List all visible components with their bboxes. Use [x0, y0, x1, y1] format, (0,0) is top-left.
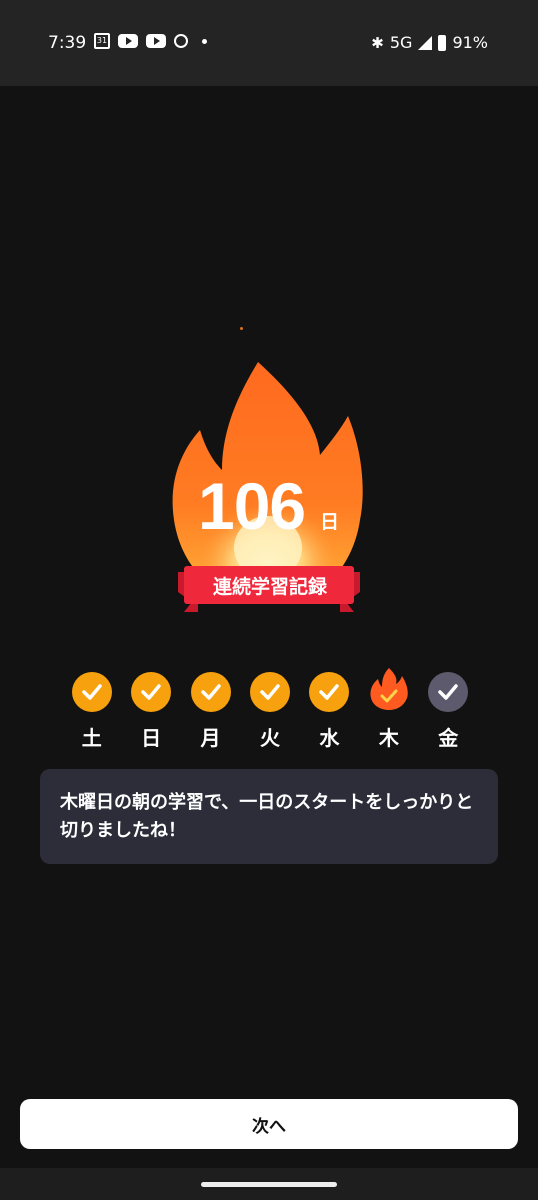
- day-label: 月: [200, 726, 221, 750]
- signal-icon: [418, 35, 433, 50]
- status-bar: 7:39 31 ✱ 5G 91%: [0, 0, 538, 86]
- dot-icon: [202, 38, 207, 44]
- day-item: 土: [62, 672, 121, 751]
- day-item: 水: [300, 672, 359, 751]
- day-item: 金: [419, 672, 478, 751]
- message-text: 木曜日の朝の学習で、一日のスタートをしっかりと切りましたね！: [60, 792, 474, 841]
- flame-check-icon: [370, 668, 408, 710]
- check-icon: [190, 672, 231, 712]
- day-label: 土: [81, 726, 102, 750]
- day-label: 金: [438, 726, 459, 750]
- status-time: 7:39: [48, 33, 87, 53]
- streak-ribbon-label: 連続学習記録: [212, 576, 327, 598]
- system-icons: ✱ 5G 91%: [371, 33, 488, 52]
- day-label: 木: [378, 726, 399, 750]
- home-indicator[interactable]: [201, 1182, 337, 1187]
- network-type: 5G: [389, 33, 413, 52]
- day-item: 月: [181, 672, 240, 751]
- check-icon: [428, 672, 469, 712]
- check-icon: [71, 672, 112, 712]
- day-label: 日: [141, 726, 162, 750]
- bluetooth-icon: ✱: [371, 33, 384, 52]
- battery-icon: [438, 34, 447, 51]
- day-item-today: 木: [359, 668, 418, 751]
- streak-count: 106: [198, 469, 306, 543]
- youtube-icon: [118, 34, 138, 48]
- calendar-icon: 31: [94, 33, 110, 49]
- day-label: 水: [319, 726, 340, 750]
- battery-percent: 91%: [452, 33, 488, 52]
- alarm-icon: [174, 34, 188, 48]
- check-icon: [249, 672, 290, 712]
- week-progress: 土 日 月 火 水 木 金: [62, 668, 478, 751]
- check-icon: [131, 672, 172, 712]
- day-label: 火: [259, 726, 280, 750]
- day-item: 火: [240, 672, 299, 751]
- message-card: 木曜日の朝の学習で、一日のスタートをしっかりと切りましたね！: [40, 769, 498, 864]
- notification-icons: 31: [94, 33, 207, 49]
- youtube-icon: [146, 34, 166, 48]
- next-button[interactable]: 次へ: [20, 1099, 518, 1149]
- streak-unit: 日: [320, 511, 340, 533]
- check-icon: [309, 672, 350, 712]
- day-item: 日: [121, 672, 180, 751]
